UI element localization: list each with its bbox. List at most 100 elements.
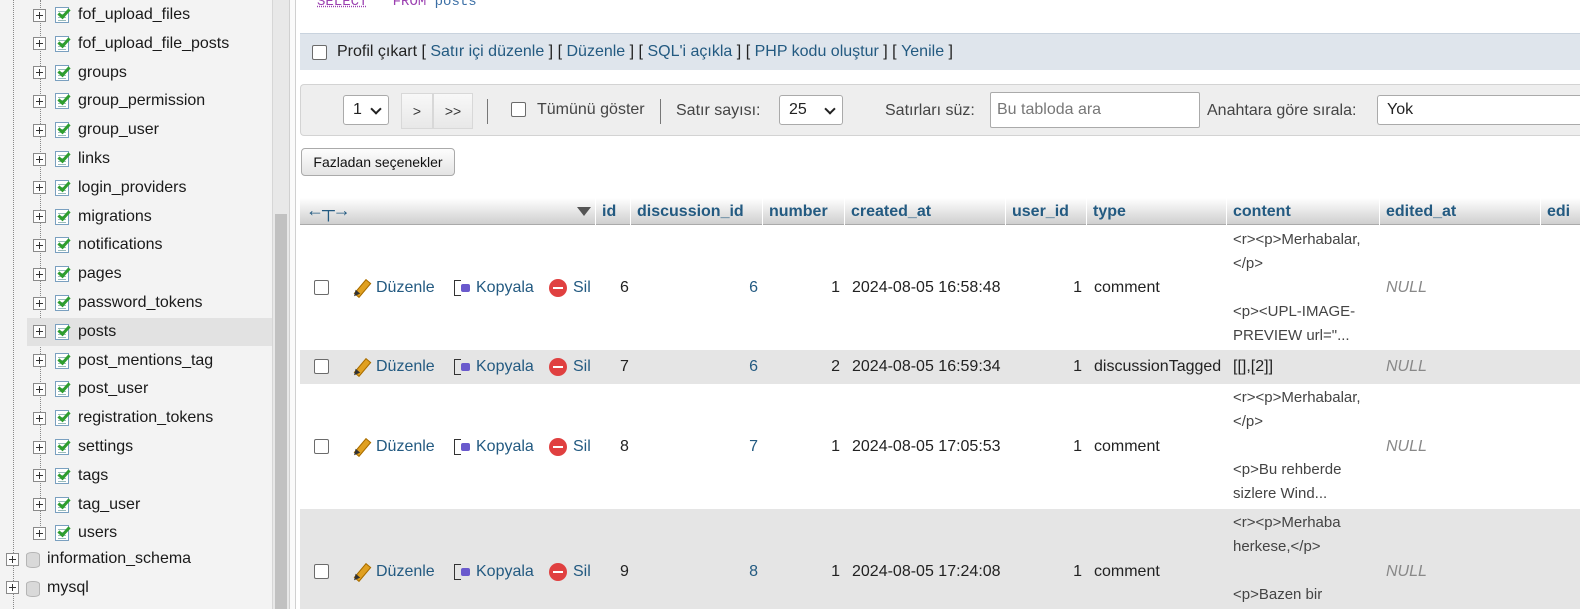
column-header-discussion-id[interactable]: discussion_id [630, 198, 744, 225]
nav-table-label[interactable]: users [78, 524, 117, 542]
expand-icon[interactable] [33, 526, 46, 540]
nav-table-label[interactable]: tags [78, 467, 108, 485]
nav-table-settings[interactable]: settings [27, 433, 272, 461]
panel-resizer[interactable] [289, 0, 296, 609]
nav-table-migrations[interactable]: migrations [27, 203, 272, 231]
copy-row-button[interactable]: Kopyala [452, 560, 534, 584]
nav-table-label[interactable]: tag_user [78, 496, 140, 514]
delete-row-button[interactable]: Sil [549, 276, 591, 300]
nav-table-notifications[interactable]: notifications [27, 231, 272, 259]
nav-table-label[interactable]: settings [78, 438, 133, 456]
edit-row-button[interactable]: Düzenle [352, 560, 435, 584]
cell-discussion-id[interactable]: 7 [749, 438, 758, 456]
show-all-checkbox[interactable] [511, 102, 526, 117]
nav-table-fof-upload-files[interactable]: fof_upload_files [27, 1, 272, 29]
column-header-user-id[interactable]: user_id [1005, 198, 1069, 225]
sql-keyword-select[interactable]: SELECT [317, 0, 367, 10]
expand-icon[interactable] [33, 94, 46, 108]
nav-table-label[interactable]: post_mentions_tag [78, 352, 213, 370]
column-header-created-at[interactable]: created_at [844, 198, 931, 225]
nav-database-label[interactable]: mysql [47, 579, 89, 597]
edit-query-link[interactable]: Düzenle [566, 43, 625, 61]
expand-icon[interactable] [33, 440, 46, 454]
expand-icon[interactable] [33, 181, 46, 195]
rows-select[interactable]: 25 [779, 95, 843, 125]
column-header-id[interactable]: id [595, 198, 616, 225]
expand-icon[interactable] [33, 123, 46, 137]
column-header-edited-at[interactable]: edited_at [1379, 198, 1456, 225]
nav-table-label[interactable]: registration_tokens [78, 409, 213, 427]
expand-icon[interactable] [33, 238, 46, 252]
delete-row-button[interactable]: Sil [549, 560, 591, 584]
nav-table-label[interactable]: fof_upload_files [78, 6, 190, 24]
column-header-content[interactable]: content [1226, 198, 1291, 225]
nav-table-registration-tokens[interactable]: registration_tokens [27, 404, 272, 432]
profile-checkbox[interactable] [312, 44, 327, 60]
copy-row-button[interactable]: Kopyala [452, 276, 534, 300]
create-php-code-link[interactable]: PHP kodu oluştur [755, 43, 879, 61]
nav-table-label[interactable]: login_providers [78, 179, 187, 197]
nav-table-pages[interactable]: pages [27, 260, 272, 288]
nav-table-label[interactable]: post_user [78, 380, 148, 398]
expand-icon[interactable] [33, 325, 46, 339]
nav-table-label[interactable]: group_permission [78, 92, 205, 110]
nav-table-fof-upload-file-posts[interactable]: fof_upload_file_posts [27, 30, 272, 58]
edit-row-button[interactable]: Düzenle [352, 276, 435, 300]
expand-icon[interactable] [33, 267, 46, 281]
page-select[interactable]: 1 [343, 95, 389, 125]
expand-icon[interactable] [33, 382, 46, 396]
nav-table-tag-user[interactable]: tag_user [27, 491, 272, 519]
column-header-edi[interactable]: edi [1540, 198, 1570, 225]
nav-table-login-providers[interactable]: login_providers [27, 174, 272, 202]
filter-input[interactable]: Bu tabloda ara [990, 92, 1200, 128]
expand-icon[interactable] [33, 469, 46, 483]
nav-table-groups[interactable]: groups [27, 59, 272, 87]
cell-discussion-id[interactable]: 6 [749, 279, 758, 297]
nav-database-information-schema[interactable]: information_schema [6, 545, 191, 573]
nav-table-password-tokens[interactable]: password_tokens [27, 289, 272, 317]
delete-row-button[interactable]: Sil [549, 435, 591, 459]
nav-table-post-mentions-tag[interactable]: post_mentions_tag [27, 347, 272, 375]
expand-icon[interactable] [33, 66, 46, 80]
nav-table-label[interactable]: notifications [78, 236, 163, 254]
delete-row-button[interactable]: Sil [549, 355, 591, 379]
copy-row-button[interactable]: Kopyala [452, 355, 534, 379]
copy-row-button[interactable]: Kopyala [452, 435, 534, 459]
nav-table-label[interactable]: migrations [78, 208, 152, 226]
nav-table-posts[interactable]: posts [27, 317, 272, 346]
nav-table-label[interactable]: password_tokens [78, 294, 203, 312]
nav-table-tags[interactable]: tags [27, 462, 272, 490]
expand-icon[interactable] [33, 8, 46, 22]
expand-icon[interactable] [33, 37, 46, 51]
cell-discussion-id[interactable]: 8 [749, 563, 758, 581]
edit-row-button[interactable]: Düzenle [352, 355, 435, 379]
expand-icon[interactable] [6, 581, 19, 595]
expand-icon[interactable] [33, 210, 46, 224]
expand-icon[interactable] [33, 152, 46, 166]
expand-icon[interactable] [33, 498, 46, 512]
expand-icon[interactable] [6, 552, 19, 566]
nav-table-label[interactable]: groups [78, 64, 127, 82]
nav-table-links[interactable]: links [27, 145, 272, 173]
expand-icon[interactable] [33, 411, 46, 425]
column-resize-arrows-icon[interactable]: ←┬→ [306, 200, 351, 221]
next-page-button[interactable]: > [401, 93, 433, 129]
cell-discussion-id[interactable]: 6 [749, 358, 758, 376]
expand-icon[interactable] [33, 296, 46, 310]
nav-database-label[interactable]: information_schema [47, 550, 191, 568]
column-header-type[interactable]: type [1086, 198, 1126, 225]
explain-sql-link[interactable]: SQL'i açıkla [647, 43, 732, 61]
nav-table-label[interactable]: posts [78, 323, 116, 341]
row-checkbox[interactable] [314, 563, 329, 579]
edit-row-button[interactable]: Düzenle [352, 435, 435, 459]
nav-table-label[interactable]: links [78, 150, 110, 168]
column-header-number[interactable]: number [762, 198, 828, 225]
nav-table-label[interactable]: group_user [78, 121, 159, 139]
nav-table-label[interactable]: pages [78, 265, 122, 283]
nav-table-group-user[interactable]: group_user [27, 116, 272, 144]
more-options-button[interactable]: Fazladan seçenekler [301, 148, 455, 176]
row-checkbox[interactable] [314, 438, 329, 454]
navigation-scrollbar[interactable] [272, 0, 289, 609]
row-checkbox[interactable] [314, 280, 329, 295]
sort-dropdown-icon[interactable] [577, 207, 591, 216]
